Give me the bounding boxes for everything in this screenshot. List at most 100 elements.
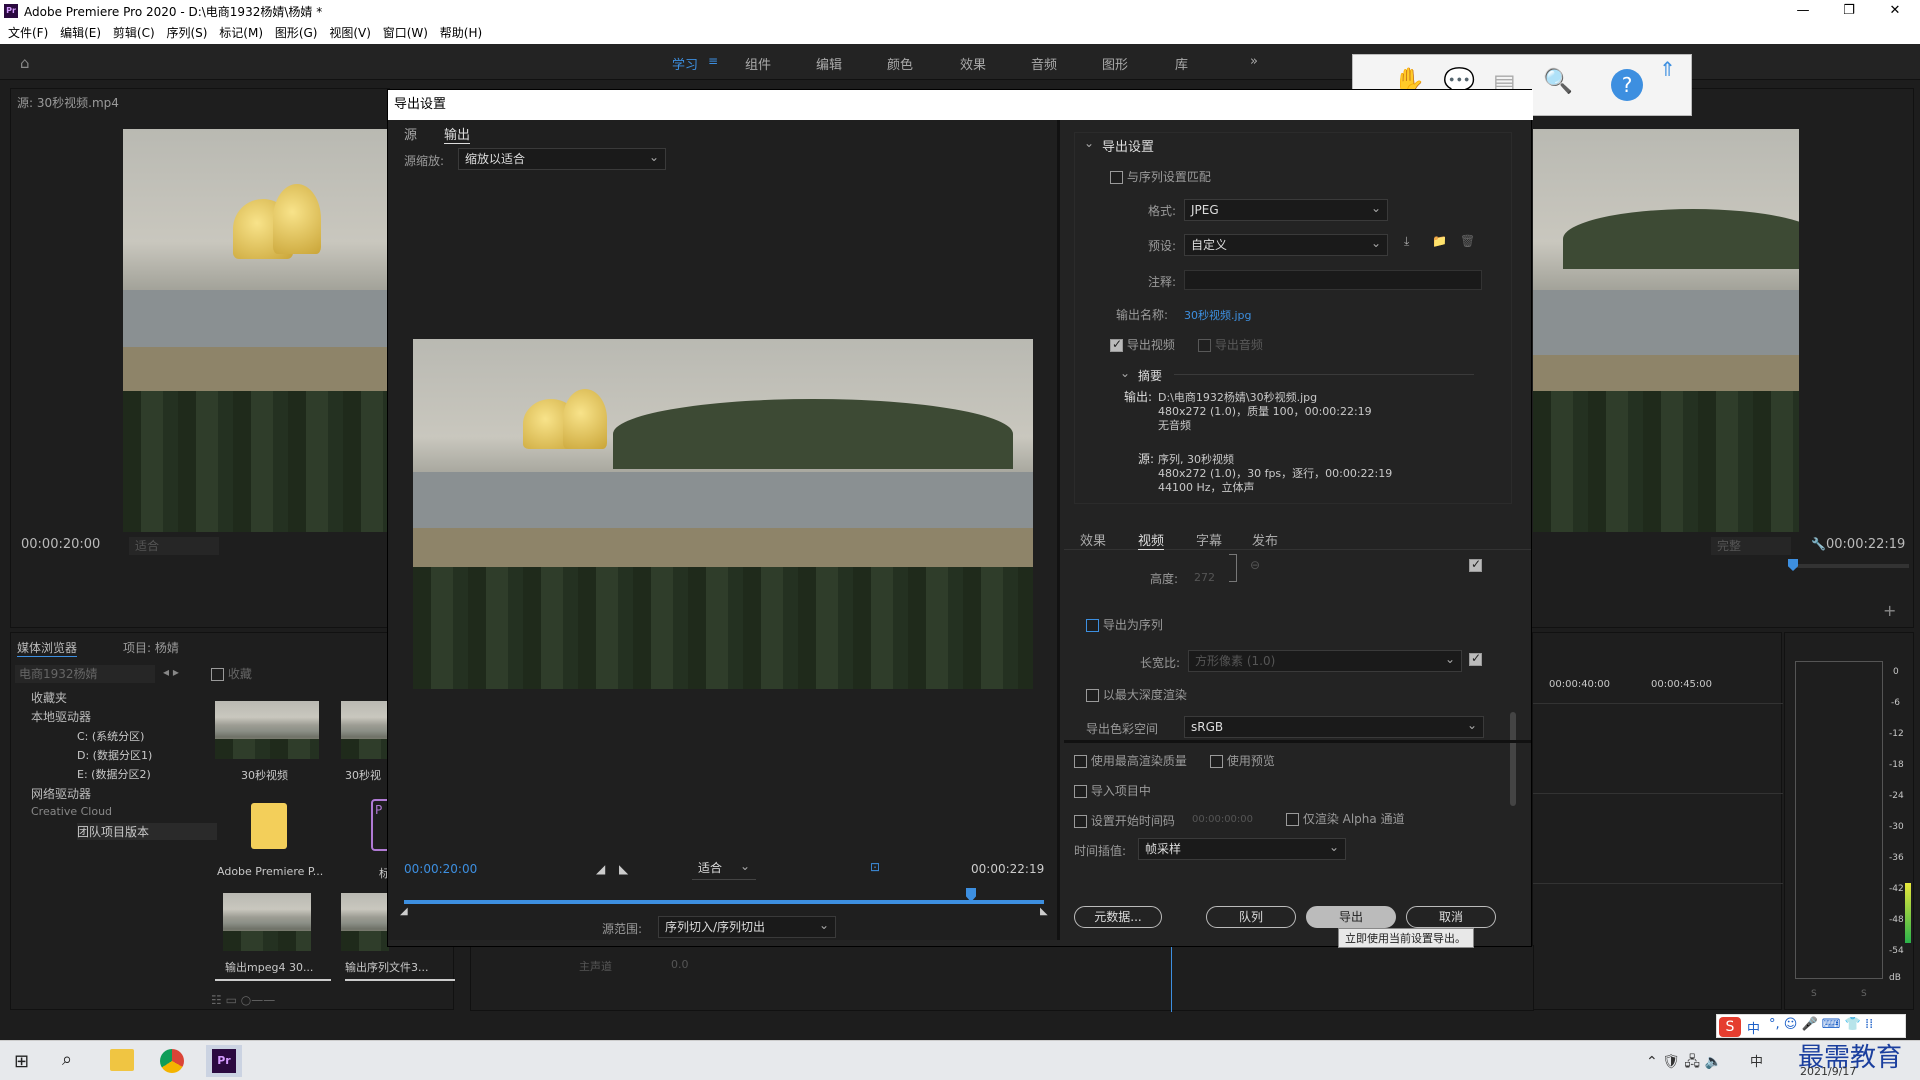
tab-captions[interactable]: 字幕	[1196, 530, 1222, 549]
workspace-effects[interactable]: 效果	[960, 54, 986, 73]
tree-local-drives[interactable]: 本地驱动器	[31, 708, 91, 725]
comment-input[interactable]	[1184, 270, 1482, 290]
location-dropdown[interactable]: 电商1932杨婧	[15, 665, 155, 683]
delete-preset-icon[interactable]: 🗑	[1460, 234, 1475, 248]
tab-source[interactable]: 源	[404, 124, 417, 143]
menu-clip[interactable]: 剪辑(C)	[113, 22, 155, 44]
menu-window[interactable]: 窗口(W)	[383, 22, 428, 44]
add-button-icon[interactable]: +	[1883, 601, 1896, 620]
premiere-taskbar-icon[interactable]: Pr	[212, 1049, 236, 1073]
color-space-dropdown[interactable]: sRGB	[1184, 715, 1484, 738]
menu-help[interactable]: 帮助(H)	[440, 22, 482, 44]
max-quality-checkbox[interactable]: 使用最高渲染质量	[1074, 752, 1187, 769]
program-quality-dropdown[interactable]: 完整	[1711, 537, 1791, 555]
nav-back-forward-icon[interactable]: ◂ ▸	[163, 665, 179, 679]
tree-creative-cloud[interactable]: Creative Cloud	[31, 805, 112, 818]
tab-project[interactable]: 项目: 杨婧	[123, 639, 179, 656]
workspace-assembly[interactable]: 组件	[745, 54, 771, 73]
menu-file[interactable]: 文件(F)	[8, 22, 48, 44]
link-icon[interactable]: ⊖	[1250, 558, 1260, 572]
ime-tool-icons[interactable]: °, ☺ 🎤 ⌨ 👕 ⁞⁞	[1769, 1017, 1873, 1032]
resize-checkbox[interactable]	[1469, 557, 1482, 572]
file-explorer-icon[interactable]	[110, 1049, 134, 1071]
start-tc-value[interactable]: 00:00:00:00	[1192, 814, 1253, 825]
aspect-toggle-icon[interactable]: ⊡	[870, 860, 880, 874]
range-end-handle[interactable]: ◣	[1040, 906, 1048, 917]
menu-edit[interactable]: 编辑(E)	[60, 22, 101, 44]
tree-network-drives[interactable]: 网络驱动器	[31, 785, 91, 802]
cancel-button[interactable]: 取消	[1406, 906, 1496, 928]
workspace-editing[interactable]: 编辑	[816, 54, 842, 73]
format-dropdown[interactable]: JPEG	[1184, 198, 1388, 221]
preview-scrubber[interactable]	[404, 900, 1044, 904]
tree-drive-c[interactable]: C: (系统分区)	[77, 728, 144, 744]
queue-button[interactable]: 队列	[1206, 906, 1296, 928]
tray-icons[interactable]: ⌃ 🛡 🖧 🔈	[1646, 1051, 1722, 1075]
collapse-icon[interactable]: ⇑	[1659, 57, 1676, 81]
match-sequence-checkbox[interactable]: 与序列设置匹配	[1110, 168, 1211, 185]
export-video-checkbox[interactable]: 导出视频	[1110, 336, 1175, 353]
import-preset-icon[interactable]: 📁	[1432, 234, 1447, 248]
max-depth-checkbox[interactable]: 以最大深度渲染	[1086, 686, 1187, 703]
tree-favorites[interactable]: 收藏夹	[31, 689, 67, 706]
ime-mode[interactable]: 中	[1747, 1018, 1760, 1037]
thumb-30s-video-2[interactable]	[341, 701, 389, 759]
range-start-handle[interactable]: ◢	[400, 906, 408, 917]
zoom-icon[interactable]: 🔍	[1543, 67, 1573, 95]
summary-collapse-icon[interactable]: ⌄	[1120, 366, 1130, 380]
program-playhead-icon[interactable]	[1788, 559, 1798, 571]
tab-publish[interactable]: 发布	[1252, 530, 1278, 549]
export-as-sequence-checkbox[interactable]: 导出为序列	[1086, 616, 1163, 633]
use-previews-checkbox[interactable]: 使用预览	[1210, 752, 1275, 769]
thumb-30s-video[interactable]	[215, 701, 319, 759]
tree-team-projects[interactable]: 团队项目版本	[77, 823, 217, 840]
preset-dropdown[interactable]: 自定义	[1184, 233, 1388, 256]
in-timecode[interactable]: 00:00:20:00	[404, 862, 477, 876]
source-range-dropdown[interactable]: 序列切入/序列切出	[658, 915, 836, 938]
set-start-tc-checkbox[interactable]: 设置开始时间码	[1074, 812, 1175, 829]
wrench-icon[interactable]: 🔧	[1811, 537, 1826, 551]
windows-start-icon[interactable]: ⊞	[14, 1051, 29, 1072]
source-scale-dropdown[interactable]: 缩放以适合	[458, 147, 666, 170]
tab-effects[interactable]: 效果	[1080, 530, 1106, 549]
tree-drive-d[interactable]: D: (数据分区1)	[77, 747, 152, 763]
favorites-toggle[interactable]: 收藏	[211, 665, 252, 682]
aspect-dropdown[interactable]: 方形像素 (1.0)	[1188, 649, 1462, 672]
height-value[interactable]: 272	[1194, 571, 1215, 584]
thumb-mpeg4-output[interactable]	[223, 893, 311, 951]
output-name-link[interactable]: 30秒视频.jpg	[1184, 307, 1252, 323]
aspect-checkbox[interactable]	[1469, 651, 1482, 666]
home-icon[interactable]: ⌂	[20, 54, 30, 72]
menu-view[interactable]: 视图(V)	[329, 22, 371, 44]
export-button[interactable]: 导出	[1306, 906, 1396, 928]
folder-icon[interactable]	[251, 803, 287, 849]
interp-dropdown[interactable]: 帧采样	[1138, 837, 1346, 860]
tree-drive-e[interactable]: E: (数据分区2)	[77, 766, 151, 782]
render-alpha-checkbox[interactable]: 仅渲染 Alpha 通道	[1286, 810, 1405, 827]
section-collapse-icon[interactable]: ⌄	[1084, 136, 1094, 150]
close-button[interactable]: ✕	[1872, 0, 1918, 22]
ime-toolbar[interactable]: S 中 °, ☺ 🎤 ⌨ 👕 ⁞⁞	[1716, 1014, 1906, 1038]
search-icon[interactable]: ⌕	[62, 1049, 72, 1070]
menu-graphics[interactable]: 图形(G)	[275, 22, 318, 44]
metadata-button[interactable]: 元数据...	[1074, 906, 1162, 928]
workspace-more-icon[interactable]: »	[1250, 54, 1258, 69]
export-audio-checkbox[interactable]: 导出音频	[1198, 336, 1263, 353]
chrome-icon[interactable]	[160, 1049, 184, 1073]
maximize-button[interactable]: ❐	[1826, 0, 1872, 22]
timeline-playhead[interactable]	[1171, 946, 1172, 1012]
minimize-button[interactable]: —	[1780, 0, 1826, 22]
source-fit-dropdown[interactable]: 适合	[129, 537, 219, 555]
workspace-menu-icon[interactable]: ≡	[708, 54, 718, 68]
save-preset-icon[interactable]: ⤓	[1404, 234, 1409, 249]
solo-button[interactable]: S	[1811, 989, 1817, 999]
workspace-libraries[interactable]: 库	[1175, 54, 1188, 73]
ime-indicator[interactable]: 中	[1750, 1051, 1763, 1070]
workspace-color[interactable]: 颜色	[887, 54, 913, 73]
thumb-sequence-output[interactable]	[341, 893, 389, 951]
preview-fit-dropdown[interactable]: 适合	[692, 856, 756, 880]
view-toggle-icon[interactable]: ☷ ▭ ○——	[211, 993, 275, 1007]
menu-markers[interactable]: 标记(M)	[219, 22, 263, 44]
import-project-checkbox[interactable]: 导入项目中	[1074, 782, 1151, 799]
set-out-point-icon[interactable]: ◣	[619, 862, 628, 876]
